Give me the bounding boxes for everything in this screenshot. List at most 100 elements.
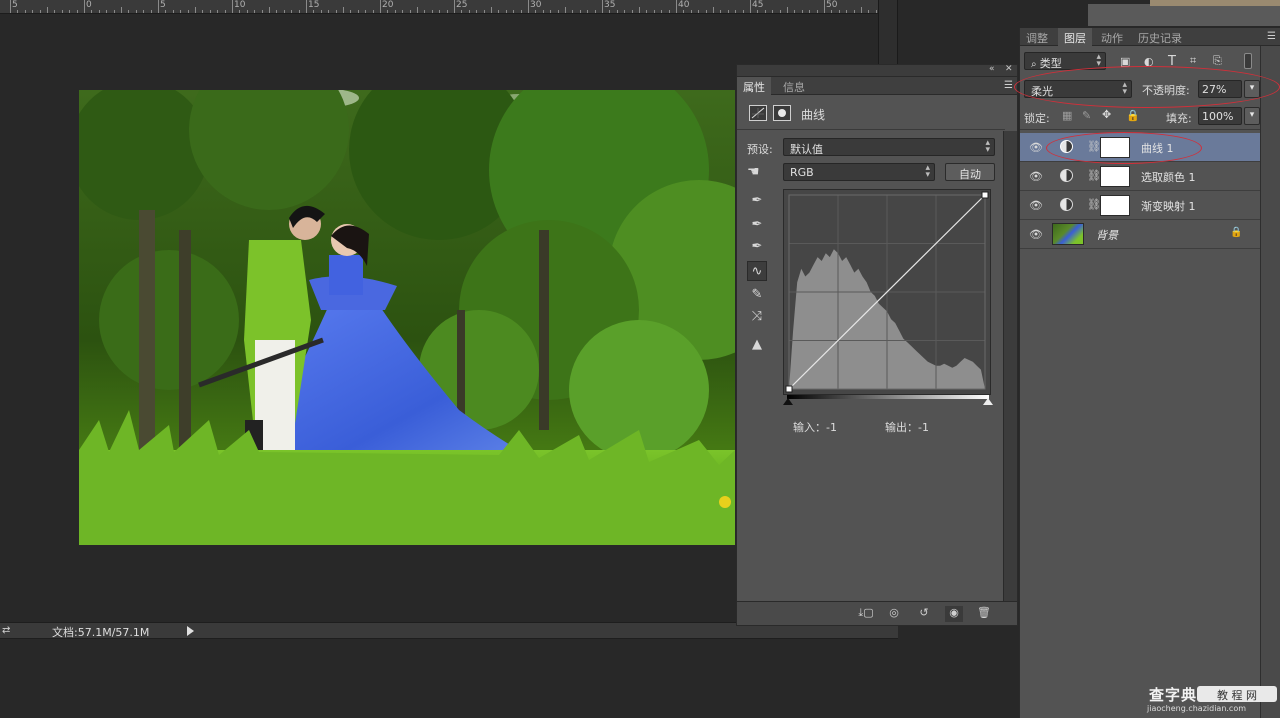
tab-layers[interactable]: 图层 <box>1058 28 1092 46</box>
targeted-adjustment-hand-icon[interactable]: ☚ <box>747 164 760 180</box>
status-menu-arrow-icon[interactable] <box>187 626 194 636</box>
layer-mask-thumbnail[interactable] <box>1100 195 1130 216</box>
ruler-tick <box>84 0 85 13</box>
wedding-photo <box>79 90 735 545</box>
auto-button[interactable]: 自动 <box>945 163 995 181</box>
curve-point-black <box>785 385 793 393</box>
ruler-tick <box>195 7 196 13</box>
layer-name[interactable]: 选取颜色 1 <box>1141 169 1196 185</box>
visibility-icon[interactable]: ◉ <box>945 606 963 622</box>
layer-mask-thumbnail[interactable] <box>1100 166 1130 187</box>
ruler-tick <box>165 10 167 13</box>
fill-input[interactable]: 100% <box>1198 107 1242 125</box>
link-icon[interactable]: ⛓ <box>1087 198 1101 211</box>
lock-position-icon[interactable]: ✥ <box>1102 108 1111 121</box>
eye-icon[interactable]: 👁 <box>1029 228 1043 241</box>
input-readout: 输入：-1 <box>793 421 837 434</box>
ruler-tick <box>461 10 463 13</box>
chevron-updown-icon: ▴ ▾ <box>985 138 990 155</box>
layer-mask-icon[interactable] <box>773 105 791 121</box>
clip-to-layer-icon[interactable]: ⤓▢ <box>857 606 875 622</box>
ruler-tick <box>306 0 307 13</box>
ruler-tick <box>661 10 663 13</box>
ruler-tick <box>528 0 529 13</box>
ruler-label: 5 <box>12 0 18 10</box>
ruler-tick <box>128 10 130 13</box>
eye-icon[interactable]: 👁 <box>1029 199 1043 212</box>
filter-kind-value: 类型 <box>1039 57 1062 70</box>
curve-point-icon[interactable]: ∿ <box>747 261 767 281</box>
ruler-tick <box>535 10 537 13</box>
preset-select[interactable]: 默认值 ▴ ▾ <box>783 138 995 156</box>
collapse-icon[interactable]: « <box>989 64 995 74</box>
tab-actions[interactable]: 动作 <box>1095 28 1129 46</box>
curves-adjustment-icon <box>749 105 767 121</box>
panel-menu-icon[interactable]: ☰ <box>1267 31 1276 42</box>
link-icon[interactable]: ⛓ <box>1087 169 1101 182</box>
reset-icon[interactable]: ↺ <box>915 606 933 622</box>
ruler-tick <box>121 7 122 13</box>
ruler-tick <box>476 10 478 13</box>
filter-toggle-switch[interactable] <box>1244 53 1252 69</box>
shape-filter-icon[interactable]: ⌗ <box>1190 54 1196 68</box>
black-point-slider[interactable] <box>783 398 793 405</box>
layer-row-background[interactable]: 👁 背景 🔒 <box>1020 220 1260 249</box>
properties-scrollbar[interactable] <box>1003 131 1017 601</box>
ruler-tick <box>150 10 152 13</box>
ruler-tick <box>735 10 737 13</box>
lock-all-icon[interactable]: 🔒 <box>1126 109 1140 122</box>
document-canvas[interactable] <box>79 90 735 545</box>
curves-graph[interactable] <box>783 189 991 395</box>
ruler-tick <box>276 10 278 13</box>
tab-properties[interactable]: 属性 <box>737 77 771 95</box>
eye-icon[interactable]: 👁 <box>1029 141 1043 154</box>
tab-adjustments[interactable]: 调整 <box>1020 28 1054 46</box>
pencil-icon[interactable]: ✎ <box>747 285 767 305</box>
divider <box>737 129 1005 130</box>
panel-menu-icon[interactable]: ☰ <box>1004 80 1013 91</box>
ruler-tick <box>698 10 700 13</box>
ruler-tick <box>794 10 796 13</box>
smart-object-filter-icon[interactable]: ⎘ <box>1213 54 1222 68</box>
ruler-tick <box>32 10 34 13</box>
close-icon[interactable]: ✕ <box>1005 64 1013 74</box>
properties-panel: « ✕ 属性 信息 ☰ 曲线 预设: 默认值 ▴ ▾ ☚ RGB ▴ ▾ 自动 ✒ ✒… <box>736 64 1018 626</box>
background-window-thumbnail <box>1150 0 1280 6</box>
export-icon[interactable]: ⇄ <box>2 625 10 636</box>
trash-icon[interactable]: 🗑 <box>975 606 993 622</box>
fill-slider-button[interactable]: ▾ <box>1244 107 1260 125</box>
layer-name[interactable]: 背景 <box>1096 227 1118 243</box>
white-point-slider[interactable] <box>983 398 993 405</box>
ruler-label: 20 <box>382 0 394 10</box>
view-previous-icon[interactable]: ◎ <box>885 606 903 622</box>
layer-row-gradient-map[interactable]: 👁 ⛓ 渐变映射 1 <box>1020 191 1260 220</box>
eye-icon[interactable]: 👁 <box>1029 170 1043 183</box>
ruler-tick <box>380 0 381 13</box>
lock-pixels-icon[interactable]: ✎ <box>1082 109 1091 122</box>
ruler-tick <box>816 10 818 13</box>
ruler-tick <box>542 10 544 13</box>
layer-row-selective-color[interactable]: 👁 ⛓ 选取颜色 1 <box>1020 162 1260 191</box>
curve-point-white <box>981 191 989 199</box>
tab-info[interactable]: 信息 <box>777 77 811 95</box>
smooth-icon[interactable]: ⤨ <box>747 307 767 327</box>
gradient-map-layer-icon <box>1060 198 1073 211</box>
lock-transparent-icon[interactable]: ▦ <box>1062 109 1072 122</box>
tab-history[interactable]: 历史记录 <box>1132 28 1188 46</box>
clipping-warning-icon[interactable]: ▲ <box>747 335 767 355</box>
ruler-tick <box>705 10 707 13</box>
eyedropper-white-icon[interactable]: ✒ <box>747 237 767 257</box>
horizontal-ruler: 5 0 5 10 15 20 25 30 35 40 45 50 <box>0 0 880 14</box>
eyedropper-black-icon[interactable]: ✒ <box>747 191 767 211</box>
ruler-tick <box>172 10 174 13</box>
ruler-tick <box>801 10 803 13</box>
background-thumbnail[interactable] <box>1052 223 1084 245</box>
ruler-tick <box>868 10 870 13</box>
ruler-tick <box>616 10 618 13</box>
layers-scrollbar[interactable] <box>1260 46 1280 718</box>
eyedropper-gray-icon[interactable]: ✒ <box>747 215 767 235</box>
ruler-tick <box>861 7 862 13</box>
channel-select[interactable]: RGB ▴ ▾ <box>783 163 935 181</box>
ruler-tick <box>557 10 559 13</box>
layer-name[interactable]: 渐变映射 1 <box>1141 198 1196 214</box>
